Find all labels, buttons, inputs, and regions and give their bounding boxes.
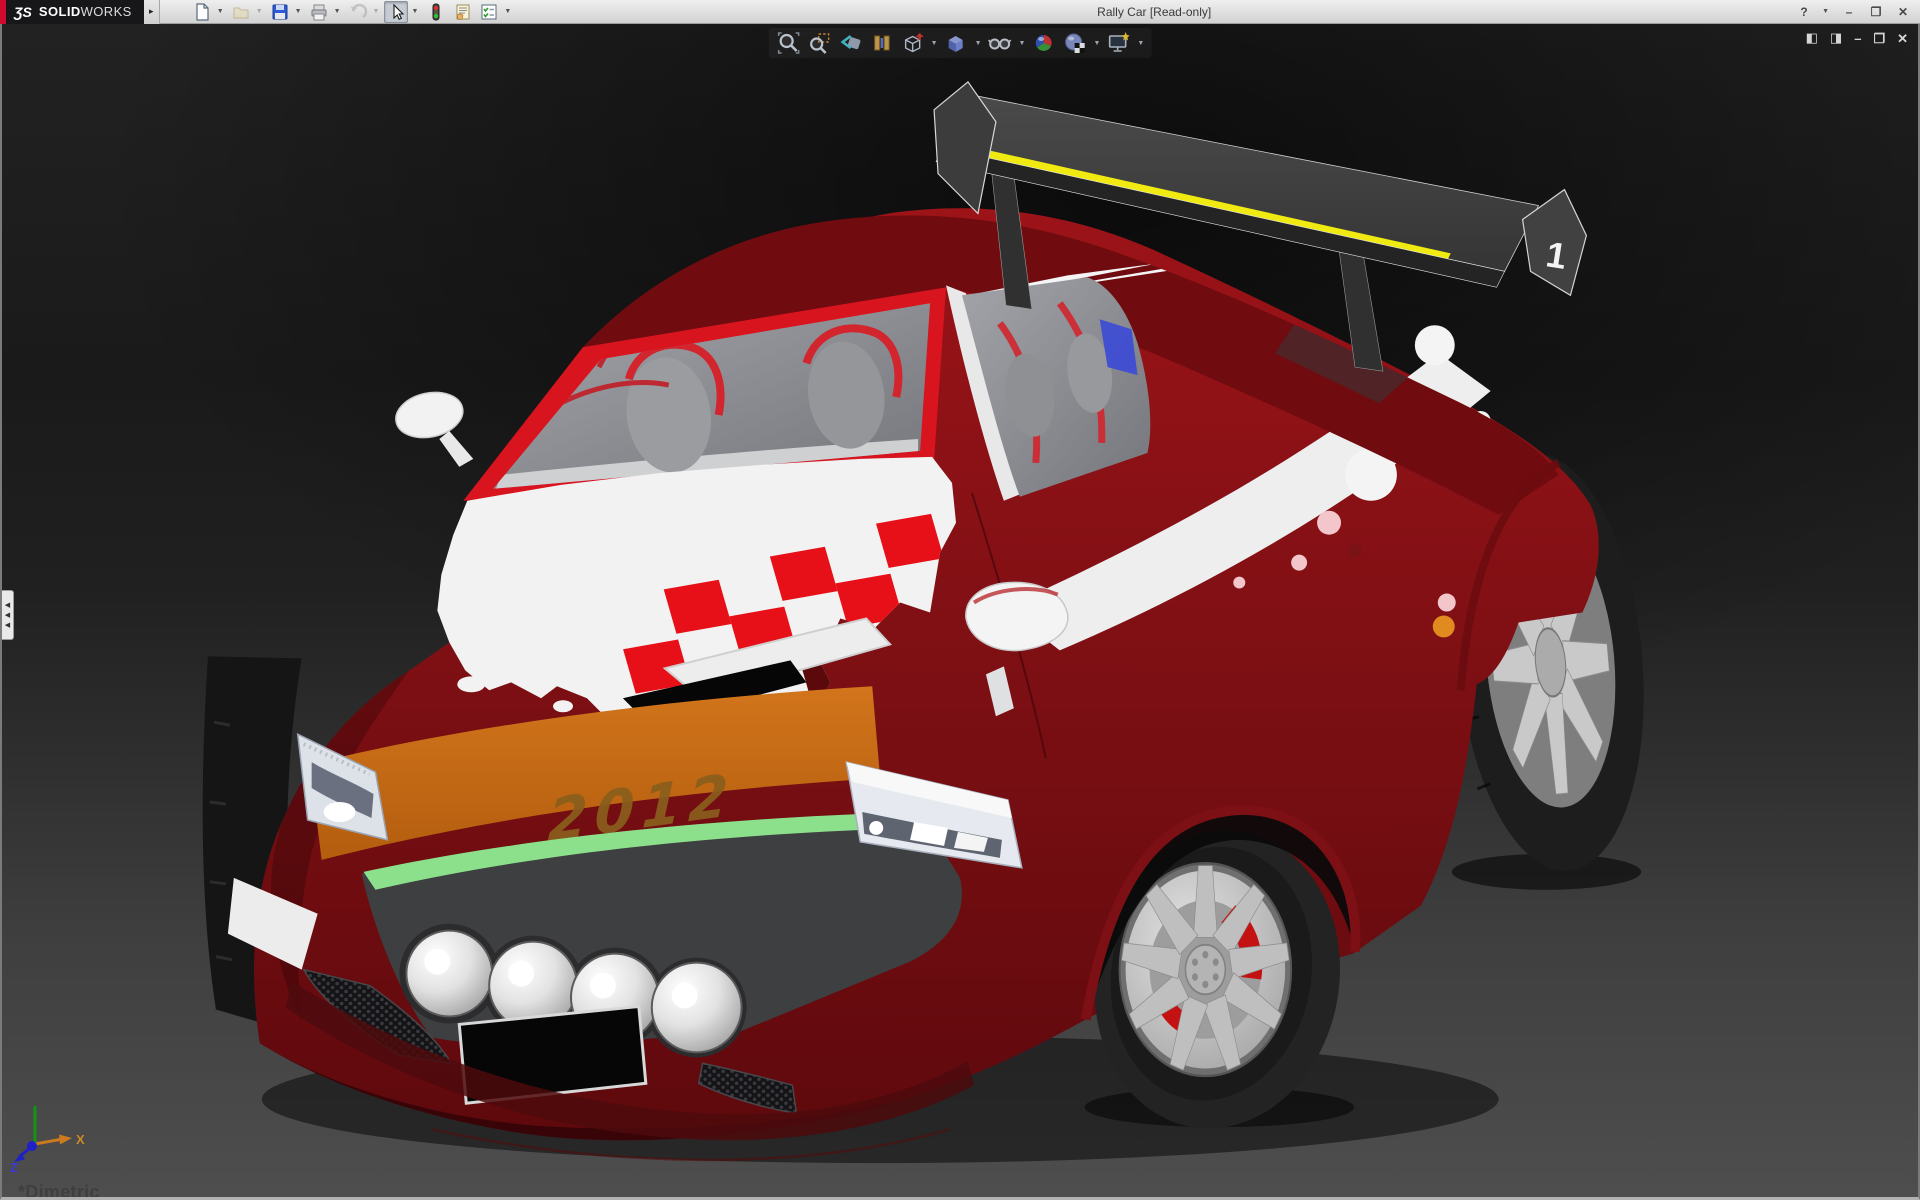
dropdown-caret-icon[interactable]: ▼ bbox=[1822, 8, 1829, 15]
left-side-mirror bbox=[392, 386, 474, 466]
section-view-icon bbox=[869, 31, 893, 55]
dropdown-caret-icon[interactable]: ▼ bbox=[217, 8, 224, 15]
logo-red-accent bbox=[0, 0, 6, 24]
apply-scene-icon bbox=[1063, 31, 1087, 55]
zoom-to-fit-button[interactable] bbox=[775, 30, 802, 56]
view-orientation-button[interactable] bbox=[899, 30, 926, 56]
select-tool-button[interactable] bbox=[384, 1, 408, 23]
open-document-button[interactable] bbox=[229, 1, 253, 23]
open-document-icon bbox=[231, 2, 251, 22]
file-properties-icon bbox=[452, 2, 472, 22]
document-close-button[interactable]: ✕ bbox=[1897, 32, 1908, 45]
solidworks-window: ƷS SOLIDWORKS ▸ ▼ ▼ bbox=[0, 0, 1920, 1200]
view-orientation-label: *Dimetric bbox=[18, 1182, 100, 1200]
view-orientation-icon bbox=[900, 31, 924, 55]
zoom-to-area-icon bbox=[807, 31, 831, 55]
rebuild-button[interactable] bbox=[423, 1, 447, 23]
solidworks-logo: ƷS SOLIDWORKS bbox=[0, 0, 144, 24]
triad-z-label: Z bbox=[10, 1160, 18, 1175]
print-icon bbox=[309, 2, 329, 22]
dropdown-caret-icon[interactable]: ▼ bbox=[975, 40, 982, 47]
pane-toggle-left-icon[interactable]: ◧ bbox=[1806, 30, 1818, 46]
new-document-button[interactable] bbox=[190, 1, 214, 23]
display-style-button[interactable] bbox=[943, 30, 970, 56]
options-button[interactable] bbox=[477, 1, 501, 23]
minimize-button[interactable]: – bbox=[1840, 5, 1858, 19]
dropdown-caret-icon[interactable]: ▼ bbox=[504, 8, 511, 15]
dropdown-caret-icon[interactable]: ▼ bbox=[931, 40, 938, 47]
dropdown-caret-icon[interactable]: ▼ bbox=[1093, 40, 1100, 47]
collapse-arrow-icon: ◀ bbox=[5, 602, 10, 609]
hide-show-items-button[interactable] bbox=[987, 30, 1014, 56]
edit-appearance-button[interactable] bbox=[1030, 30, 1057, 56]
zoom-to-fit-icon bbox=[776, 31, 800, 55]
dropdown-caret-icon[interactable]: ▼ bbox=[373, 8, 380, 15]
help-button[interactable]: ? bbox=[1795, 5, 1813, 19]
previous-view-icon bbox=[838, 31, 862, 55]
rally-car-model[interactable]: 2012 bbox=[2, 24, 1918, 1197]
new-document-icon bbox=[192, 2, 212, 22]
appearance-sphere-icon bbox=[1032, 31, 1056, 55]
previous-view-button[interactable] bbox=[837, 30, 864, 56]
triad-x-label: X bbox=[76, 1132, 85, 1147]
solidworks-logo-mark-icon: ƷS bbox=[14, 4, 32, 20]
section-view-button[interactable] bbox=[868, 30, 895, 56]
dropdown-caret-icon[interactable]: ▼ bbox=[295, 8, 302, 15]
collapse-arrow-icon: ◀ bbox=[5, 612, 10, 619]
save-icon bbox=[270, 2, 290, 22]
select-cursor-icon bbox=[386, 2, 406, 22]
save-button[interactable] bbox=[268, 1, 292, 23]
undo-button[interactable] bbox=[346, 1, 370, 23]
logo-text-light: WORKS bbox=[81, 4, 132, 19]
close-button[interactable]: ✕ bbox=[1894, 5, 1912, 19]
restore-button[interactable]: ❐ bbox=[1867, 5, 1885, 19]
menu-flyout-arrow[interactable]: ▸ bbox=[144, 0, 160, 24]
print-button[interactable] bbox=[307, 1, 331, 23]
dropdown-caret-icon[interactable]: ▼ bbox=[411, 8, 418, 15]
graphics-viewport[interactable]: 2012 bbox=[0, 24, 1920, 1200]
feature-manager-collapse-tab[interactable]: ◀ ◀ ◀ bbox=[2, 590, 14, 640]
rebuild-traffic-light-icon bbox=[425, 2, 445, 22]
eyeglasses-icon bbox=[988, 31, 1012, 55]
document-minimize-button[interactable]: – bbox=[1854, 32, 1861, 45]
collapse-arrow-icon: ◀ bbox=[5, 622, 10, 629]
main-toolbar: ▼ ▼ ▼ ▼ bbox=[160, 1, 514, 23]
view-settings-icon bbox=[1107, 31, 1131, 55]
document-title: Rally Car [Read-only] bbox=[513, 5, 1795, 19]
apply-scene-button[interactable] bbox=[1061, 30, 1088, 56]
document-restore-button[interactable]: ❐ bbox=[1873, 32, 1885, 45]
undo-icon bbox=[348, 2, 368, 22]
zoom-to-area-button[interactable] bbox=[806, 30, 833, 56]
dropdown-caret-icon[interactable]: ▼ bbox=[1019, 40, 1026, 47]
document-window-controls: ◧ ◨ – ❐ ✕ bbox=[1806, 30, 1908, 46]
pane-toggle-right-icon[interactable]: ◨ bbox=[1830, 30, 1842, 46]
options-icon bbox=[479, 2, 499, 22]
view-settings-button[interactable] bbox=[1105, 30, 1132, 56]
display-style-icon bbox=[944, 31, 968, 55]
dropdown-caret-icon[interactable]: ▼ bbox=[1137, 40, 1144, 47]
app-window-controls: ? ▼ – ❐ ✕ bbox=[1795, 5, 1920, 19]
dropdown-caret-icon[interactable]: ▼ bbox=[334, 8, 341, 15]
file-properties-button[interactable] bbox=[450, 1, 474, 23]
logo-text-bold: SOLID bbox=[39, 4, 81, 19]
title-bar: ƷS SOLIDWORKS ▸ ▼ ▼ bbox=[0, 0, 1920, 24]
heads-up-view-toolbar: ▼ ▼ ▼ bbox=[769, 28, 1152, 58]
dropdown-caret-icon[interactable]: ▼ bbox=[256, 8, 263, 15]
